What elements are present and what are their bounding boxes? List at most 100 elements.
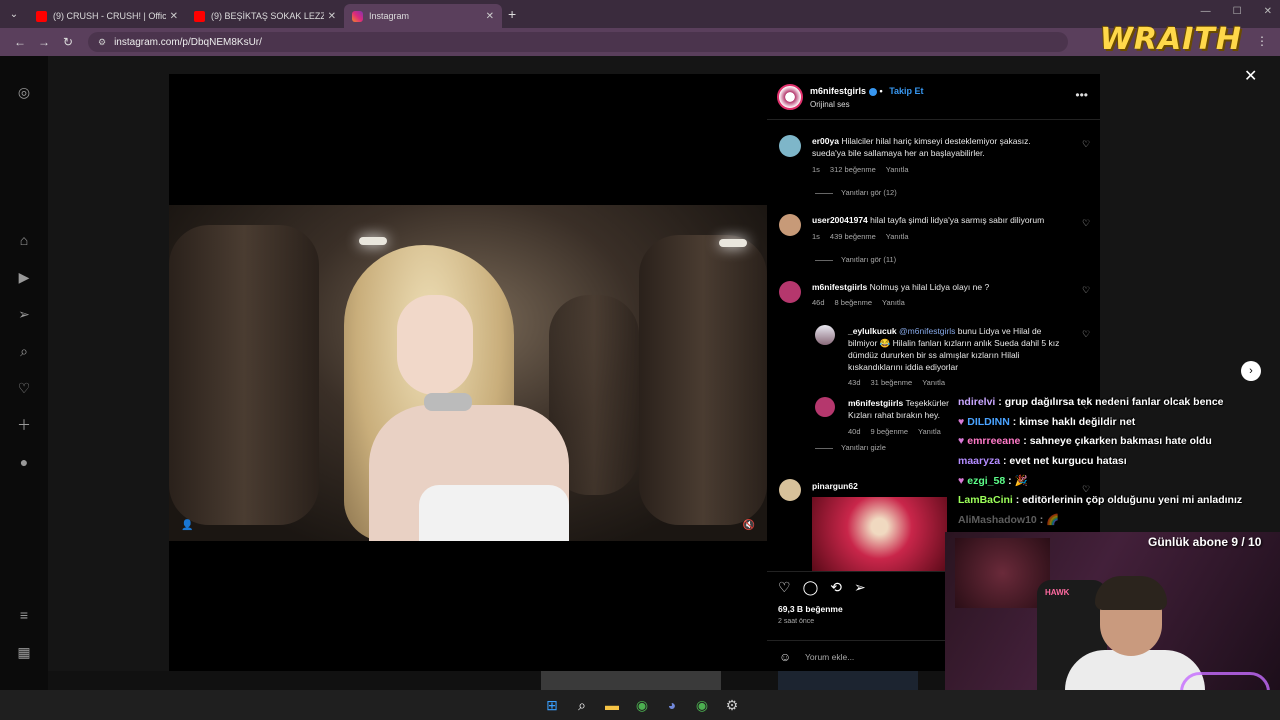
emoji-icon[interactable]: ☺ [779,650,791,664]
comment-text: Teşekkürler [905,398,949,408]
chrome-icon[interactable]: ◉ [692,695,712,715]
comment-time: 40d [848,427,861,436]
close-window-icon[interactable]: ✕ [1264,6,1272,17]
chat-user: DILDINN [967,415,1010,428]
forward-icon[interactable]: → [32,35,56,49]
comment-user[interactable]: m6nifestgiirls [812,282,867,292]
close-tab-icon[interactable]: ✕ [328,11,336,22]
streamer-logo: WRAITH [1099,22,1242,57]
comment: user20041974 hilal tayfa şimdi lidya'ya … [812,214,1072,226]
comment-likes[interactable]: 9 beğenme [871,427,909,436]
chat-message: ♥ emrreeane : sahneye çıkarken bakması ha… [958,435,1212,447]
comment-likes[interactable]: 439 beğenme [830,232,876,241]
comment-likes[interactable]: 312 beğenme [830,165,876,174]
like-icon[interactable]: ♡ [778,579,791,596]
share-icon[interactable]: ➢ [854,579,866,596]
search-icon[interactable]: ⌕ [16,343,32,359]
close-tab-icon[interactable]: ✕ [486,11,494,22]
username-link[interactable]: m6nifestgirls [810,86,866,96]
reply-button[interactable]: Yanıtla [922,378,945,387]
comment-likes[interactable]: 8 beğenme [835,298,873,307]
comment-meta: 1s 439 beğenme Yanıtla [812,232,919,241]
comment-input[interactable]: Yorum ekle... [805,652,854,662]
mute-icon[interactable]: 🔇 [743,520,755,531]
reload-icon[interactable]: ↻ [56,35,80,49]
notifications-icon[interactable]: ♡ [16,380,32,396]
messages-icon[interactable]: ➢ [16,306,32,322]
url-text: instagram.com/p/DbqNEM8KsUr/ [114,36,262,48]
maximize-icon[interactable]: ☐ [1233,6,1242,17]
tab-search-icon[interactable]: ⌄ [0,0,28,28]
post-time: 2 saat önce [778,618,815,625]
avatar[interactable] [779,479,801,501]
settings-icon[interactable]: ⚙ [722,695,742,715]
tab-instagram[interactable]: Instagram ✕ [344,4,502,28]
comment-user[interactable]: pinargun62 [812,481,858,491]
comment-user[interactable]: er00ya [812,136,839,146]
view-replies-button[interactable]: Yanıtları gör (12) [815,188,897,197]
browser-menu-icon[interactable]: ⋮ [1256,34,1268,48]
avatar[interactable] [777,84,803,110]
comment-like-icon[interactable]: ♡ [1082,329,1090,340]
reply-button[interactable]: Yanıtla [886,232,909,241]
close-tab-icon[interactable]: ✕ [170,11,178,22]
discord-icon[interactable]: ◕ [662,695,682,715]
url-field[interactable]: ⚙ instagram.com/p/DbqNEM8KsUr/ [88,32,1068,52]
create-icon[interactable]: ＋ [16,417,32,433]
reels-icon[interactable]: ▶ [16,269,32,285]
comment-icon[interactable]: ◯ [803,579,819,596]
home-icon[interactable]: ⌂ [16,232,32,248]
reply-button[interactable]: Yanıtla [918,427,941,436]
repost-icon[interactable]: ⟲ [830,579,842,596]
comment-likes[interactable]: 31 beğenme [871,378,913,387]
next-post-icon[interactable]: › [1241,361,1261,381]
mention-link[interactable]: @m6nifestgirls [899,326,955,336]
tab-strip: ⌄ (9) CRUSH - CRUSH! | Official M ✕ (9) … [0,0,1280,28]
instagram-logo-icon[interactable]: ◎ [16,84,32,100]
more-menu-icon[interactable]: ≡ [16,607,32,623]
reply-button[interactable]: Yanıtla [886,165,909,174]
new-tab-button[interactable]: + [508,6,516,22]
avatar[interactable] [779,281,801,303]
back-icon[interactable]: ← [8,35,32,49]
comment-like-icon[interactable]: ♡ [1082,139,1090,150]
chat-text: kimse haklı değildir net [1019,415,1136,428]
chat-badge-icon: ♥ [958,475,965,487]
audio-label[interactable]: Orijinal ses [810,100,850,109]
profile-icon[interactable]: ● [16,454,32,470]
close-modal-icon[interactable]: ✕ [1244,66,1257,86]
comment-time: 43d [848,378,861,387]
hide-replies-button[interactable]: Yanıtları gizle [815,443,886,452]
search-icon[interactable]: ⌕ [572,695,592,715]
file-explorer-icon[interactable]: ▬ [602,695,622,715]
site-info-icon[interactable]: ⚙ [98,37,106,48]
chat-message: ndirelvi : grup dağılırsa tek nedeni fan… [958,396,1224,408]
avatar[interactable] [815,325,835,345]
post-video[interactable]: 👤 🔇 [169,74,767,671]
comment-user[interactable]: user20041974 [812,215,868,225]
instagram-icon [352,10,363,22]
avatar[interactable] [779,214,801,236]
tab-besiktas[interactable]: (9) BEŞİKTAŞ SOKAK LEZZETLER ✕ [186,4,344,28]
instagram-sidebar: ◎ ⌂ ▶ ➢ ⌕ ♡ ＋ ● ≡ ▦ [0,56,48,690]
comment-image[interactable] [812,497,947,571]
comment-like-icon[interactable]: ♡ [1082,218,1090,229]
avatar[interactable] [815,397,835,417]
follow-button[interactable]: Takip Et [889,86,923,96]
comment-user[interactable]: _eylulkucuk [848,326,897,336]
view-replies-button[interactable]: Yanıtları gör (11) [815,255,896,264]
avatar[interactable] [779,135,801,157]
chrome-icon[interactable]: ◉ [632,695,652,715]
tagged-user-icon[interactable]: 👤 [181,520,193,531]
reply-button[interactable]: Yanıtla [882,298,905,307]
windows-start-icon[interactable]: ⊞ [542,695,562,715]
tab-crush[interactable]: (9) CRUSH - CRUSH! | Official M ✕ [28,4,186,28]
chat-text: 🎉 [1014,475,1028,487]
more-options-icon[interactable]: ••• [1075,88,1088,102]
minimize-icon[interactable]: — [1201,6,1211,17]
comment-like-icon[interactable]: ♡ [1082,285,1090,296]
tab-title: (9) BEŞİKTAŞ SOKAK LEZZETLER [211,11,324,21]
comment-user[interactable]: m6nifestgiirls [848,398,903,408]
threads-icon[interactable]: ▦ [16,644,32,660]
like-count[interactable]: 69,3 B beğenme [778,604,843,614]
